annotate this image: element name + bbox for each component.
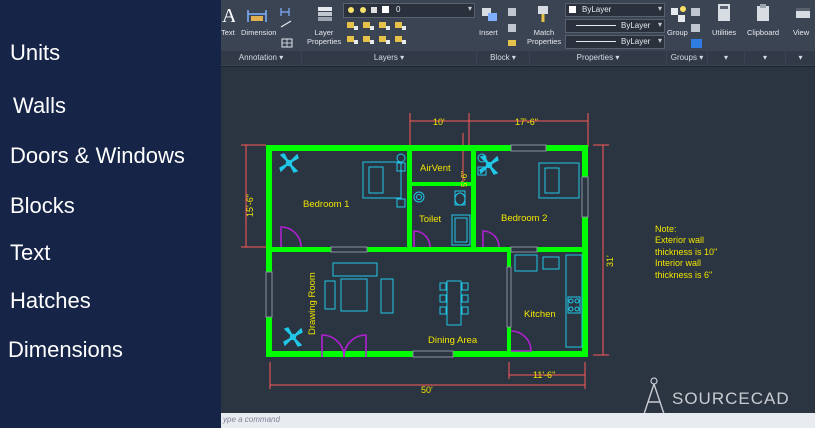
command-line[interactable]: ype a command — [221, 413, 815, 428]
layers-panel-title[interactable]: Layers ▾ — [302, 51, 476, 65]
insert-label: Insert — [479, 28, 498, 37]
dim-airvent: 5'-6" — [460, 171, 469, 187]
dim-top-right: 17'-6" — [515, 117, 538, 127]
view-icon[interactable] — [795, 5, 811, 21]
floor-plan: 10' 17'-6" 15'-6" 31' 50' 11'-6" 5'-6" B… — [241, 113, 717, 395]
note-line-2: Exterior wall — [655, 235, 704, 245]
calculator-icon[interactable] — [717, 3, 731, 23]
dim-bottom: 50' — [421, 385, 433, 395]
match-properties-label: Match Properties — [527, 28, 562, 46]
chevron-down-icon: ▾ — [657, 20, 662, 29]
layer-properties-icon[interactable] — [315, 4, 337, 24]
sidebar-item-walls[interactable]: Walls — [13, 93, 66, 119]
group-label: Group — [667, 28, 688, 37]
dim-right: 31' — [605, 255, 615, 267]
room-kitchen: Kitchen — [524, 309, 556, 320]
lineweight-preview — [576, 41, 616, 42]
view-label[interactable]: View — [793, 28, 809, 37]
command-input-placeholder[interactable]: ype a command — [223, 415, 280, 424]
color-swatch — [569, 6, 576, 13]
groups-panel-title[interactable]: Groups ▾ — [667, 51, 707, 65]
dim-bottom-right: 11'-6" — [533, 370, 555, 380]
block-panel-title[interactable]: Block ▾ — [477, 51, 529, 65]
view-panel-title[interactable]: ▾ — [786, 51, 815, 65]
ribbon-toolbar: A Text Dimension Annotation ▾ Layer Prop… — [221, 0, 815, 67]
lineweight-dropdown[interactable]: ByLayer ▾ — [565, 35, 665, 49]
insert-block-icon[interactable] — [479, 5, 501, 25]
utilities-label[interactable]: Utilities — [712, 28, 736, 37]
match-properties-icon[interactable] — [534, 4, 556, 24]
layer-current-value: 0 — [396, 5, 401, 14]
note-line-3: thickness is 10" — [655, 247, 717, 257]
sidebar-item-dimensions[interactable]: Dimensions — [8, 337, 123, 363]
sourcecad-logo-text: SOURCECAD — [672, 389, 790, 408]
room-bedroom-1: Bedroom 1 — [303, 199, 349, 210]
sidebar-item-hatches[interactable]: Hatches — [10, 288, 91, 314]
chevron-down-icon: ▾ — [657, 4, 662, 13]
drawing-canvas[interactable]: 10' 17'-6" 15'-6" 31' 50' 11'-6" 5'-6" B… — [221, 67, 815, 413]
linetype-dropdown[interactable]: ByLayer ▾ — [565, 19, 665, 33]
annotation-small-tools-icon[interactable] — [279, 5, 295, 49]
room-bedroom-2: Bedroom 2 — [501, 213, 547, 224]
dimension-icon[interactable] — [246, 6, 268, 24]
clipboard-label[interactable]: Clipboard — [747, 28, 779, 37]
dimension-label: Dimension — [241, 28, 277, 37]
sidebar-item-text[interactable]: Text — [10, 240, 50, 266]
dim-left: 15'-6" — [245, 194, 255, 217]
note-line-4: Interior wall — [655, 258, 701, 268]
chevron-down-icon: ▾ — [657, 36, 662, 45]
dim-top-left: 10' — [433, 117, 445, 127]
block-tools-icons[interactable] — [506, 6, 524, 48]
layer-tools-icons[interactable] — [345, 20, 473, 48]
lineweight-value: ByLayer — [621, 37, 651, 46]
color-value: ByLayer — [582, 5, 612, 14]
group-tools-icons[interactable] — [689, 6, 705, 48]
clipboard-panel-title[interactable]: ▾ — [745, 51, 785, 65]
layer-dropdown[interactable]: 0 ▾ — [343, 3, 475, 18]
room-drawing-room: Drawing Room — [307, 272, 318, 335]
room-dining-area: Dining Area — [428, 335, 478, 346]
sidebar-item-doors-windows[interactable]: Doors & Windows — [10, 143, 185, 169]
layer-properties-label: Layer Properties — [307, 28, 342, 46]
linetype-preview — [576, 25, 616, 26]
group-icon[interactable] — [668, 4, 688, 26]
note-line-1: Note: — [655, 224, 677, 234]
note-line-5: thickness is 6" — [655, 270, 712, 280]
text-tool-label: Text — [221, 28, 235, 37]
topic-sidebar: Units Walls Doors & Windows Blocks Text … — [0, 0, 221, 428]
properties-panel-title[interactable]: Properties ▾ — [530, 51, 666, 65]
linetype-value: ByLayer — [621, 21, 651, 30]
clipboard-icon[interactable] — [755, 3, 771, 23]
doors — [280, 226, 532, 358]
annotation-panel-title[interactable]: Annotation ▾ — [221, 51, 301, 65]
sidebar-item-units[interactable]: Units — [10, 40, 60, 66]
room-airvent: AirVent — [420, 163, 451, 174]
utilities-panel-title[interactable]: ▾ — [708, 51, 744, 65]
sidebar-item-blocks[interactable]: Blocks — [10, 193, 75, 219]
chevron-down-icon: ▾ — [467, 4, 472, 13]
text-tool-icon[interactable]: A — [221, 4, 237, 27]
room-toilet: Toilet — [419, 214, 442, 225]
color-dropdown[interactable]: ByLayer ▾ — [565, 3, 665, 17]
svg-text:A: A — [222, 5, 235, 26]
